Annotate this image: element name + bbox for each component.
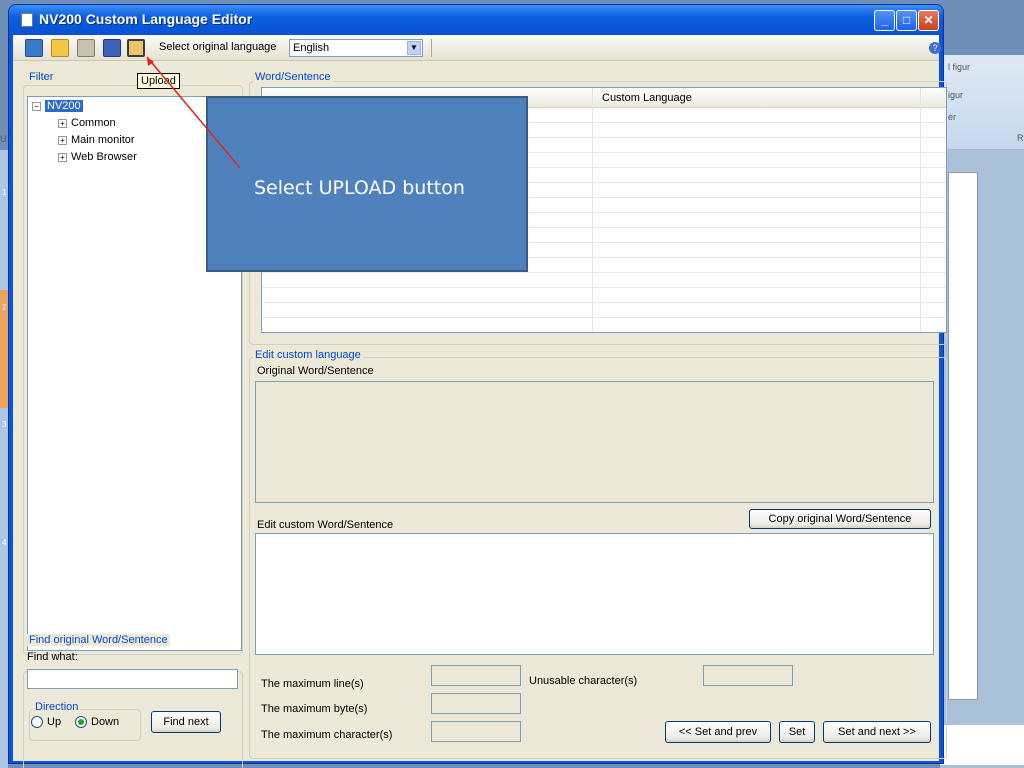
arrow-line xyxy=(146,56,241,169)
callout-arrow xyxy=(146,56,241,169)
